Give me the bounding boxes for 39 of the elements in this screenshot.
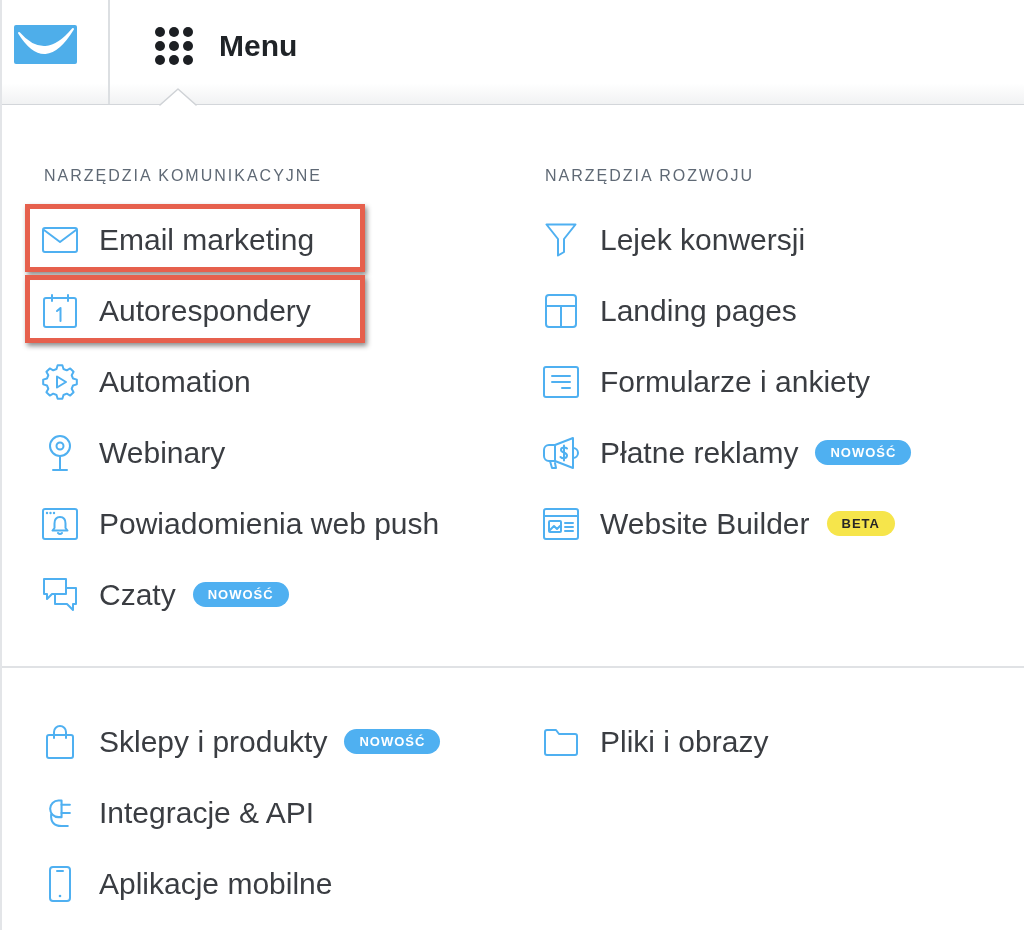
shopping-bag-icon (46, 724, 74, 759)
new-badge: NOWOŚĆ (344, 729, 441, 754)
webcam-icon (48, 434, 72, 471)
layout-icon (545, 293, 577, 328)
menu-item[interactable]: Powiadomienia web push (42, 503, 440, 544)
calendar-icon (43, 293, 77, 328)
beta-badge: BETA (826, 511, 895, 536)
form-lines-icon (543, 365, 579, 398)
menu-item[interactable]: Formularze i ankiety (543, 361, 871, 402)
menu-item[interactable]: Czaty (42, 574, 176, 615)
section-heading: NARZĘDZIA ROZWOJU (545, 166, 755, 186)
smartphone-icon (49, 865, 71, 902)
menu-item[interactable]: Website Builder (543, 503, 810, 544)
funnel-icon (545, 222, 577, 257)
menu-item[interactable]: Landing pages (543, 290, 797, 331)
menu-item[interactable]: Autorespondery (42, 290, 311, 331)
megaphone-icon (543, 435, 579, 470)
folder-icon (544, 727, 578, 756)
menu-item[interactable]: Lejek konwersji (543, 219, 806, 260)
menu-item[interactable]: Sklepy i produkty (42, 721, 328, 762)
menu-button[interactable]: Menu (155, 27, 298, 65)
gear-play-icon (42, 363, 78, 400)
menu-item[interactable]: Automation (42, 361, 251, 402)
menu-item[interactable]: Email marketing (42, 219, 315, 260)
menu-item[interactable]: Pliki i obrazy (543, 721, 769, 762)
menu-item[interactable]: Integracje & API (42, 792, 315, 833)
menu-item[interactable]: Webinary (42, 432, 226, 473)
chat-bubbles-icon (42, 576, 78, 613)
menu-item[interactable]: Płatne reklamy (543, 432, 799, 473)
browser-bell-icon (42, 507, 78, 540)
section-heading: NARZĘDZIA KOMUNIKACYJNE (44, 166, 323, 186)
plug-icon (49, 798, 71, 827)
browser-image-icon (543, 507, 579, 540)
new-badge: NOWOŚĆ (815, 440, 912, 465)
menu-item[interactable]: Aplikacje mobilne (42, 863, 333, 904)
dots-grid-icon (155, 27, 193, 65)
new-badge: NOWOŚĆ (192, 582, 289, 607)
envelope-logo-icon[interactable] (14, 25, 77, 64)
mail-icon (42, 226, 78, 253)
